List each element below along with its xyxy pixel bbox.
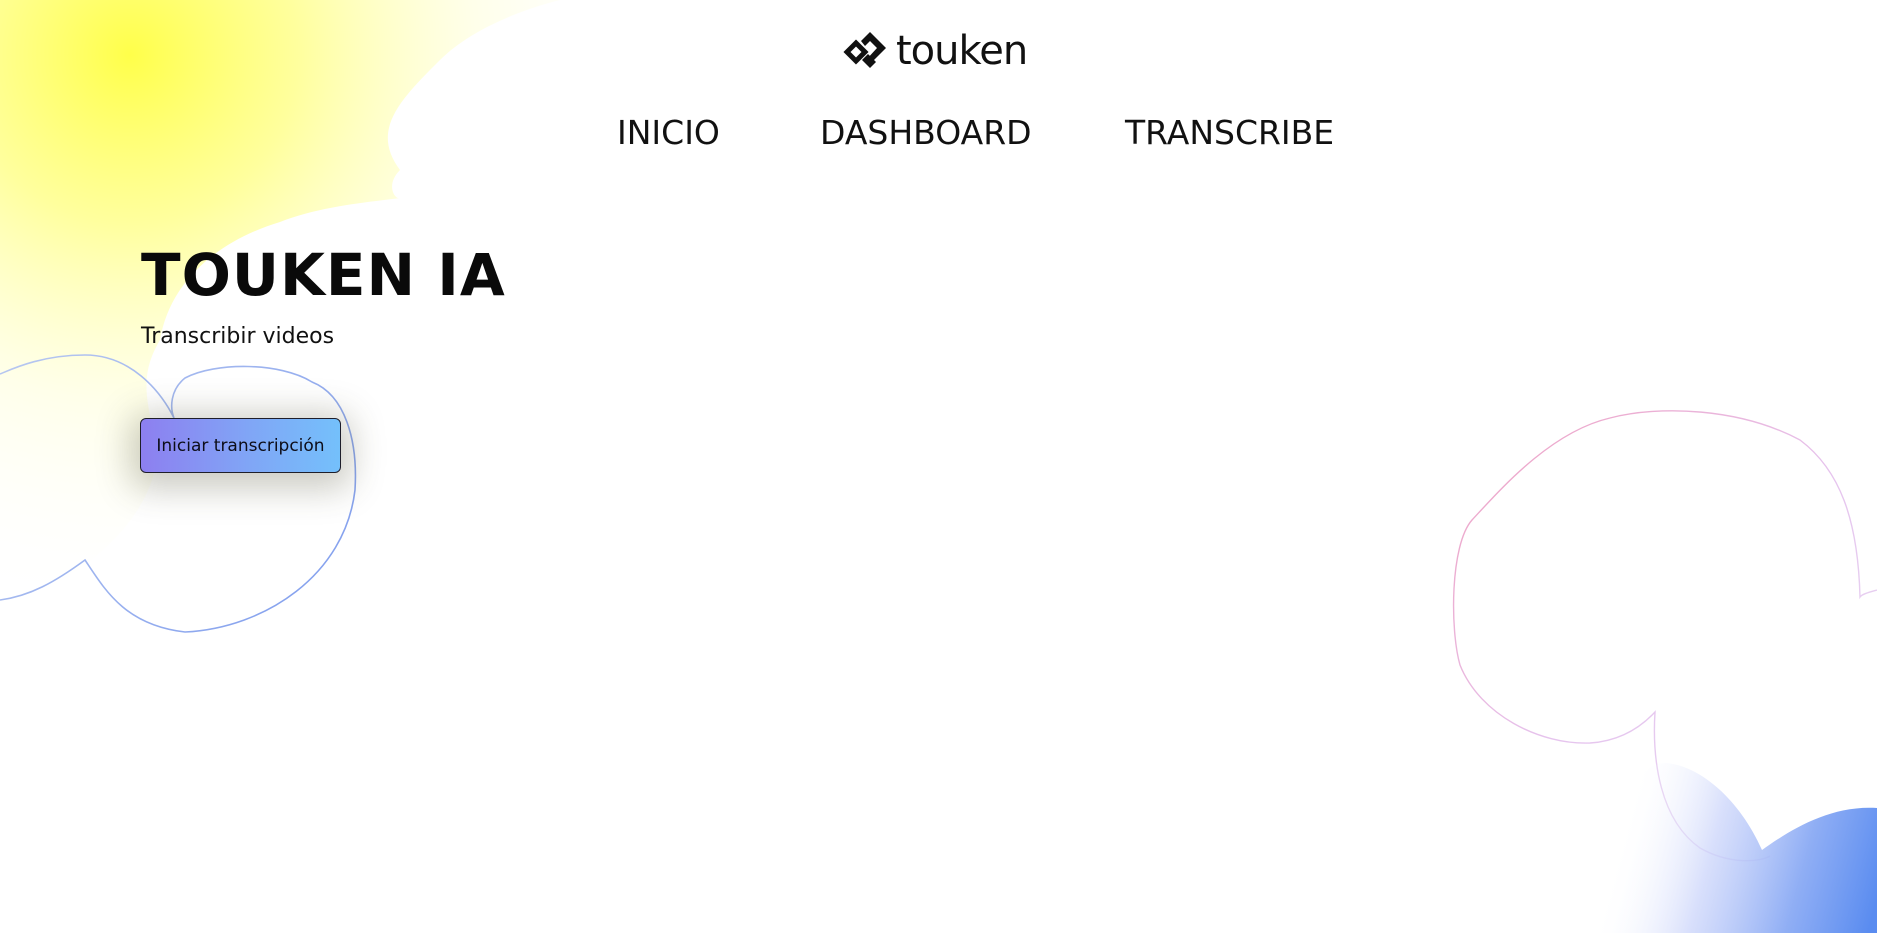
- hero-title: TOUKEN IA: [141, 241, 506, 309]
- nav-item-dashboard[interactable]: DASHBOARD: [820, 108, 1032, 158]
- nav-item-transcribe[interactable]: TRANSCRIBE: [1125, 108, 1334, 158]
- blue-blob: [1600, 763, 1877, 933]
- hero-section: TOUKEN IA Transcribir videos: [141, 238, 506, 352]
- start-transcription-button[interactable]: Iniciar transcripción: [140, 418, 341, 473]
- hero-subtitle: Transcribir videos: [141, 324, 335, 349]
- nav-item-inicio[interactable]: INICIO: [617, 108, 720, 158]
- brand-name: touken: [896, 28, 1028, 74]
- landing-page: touken INICIO DASHBOARD TRANSCRIBE TOUKE…: [0, 0, 1877, 933]
- brand-logo[interactable]: touken: [842, 28, 1028, 74]
- main-nav: INICIO DASHBOARD TRANSCRIBE: [0, 108, 1877, 158]
- touken-diamond-logo-icon: [842, 30, 888, 72]
